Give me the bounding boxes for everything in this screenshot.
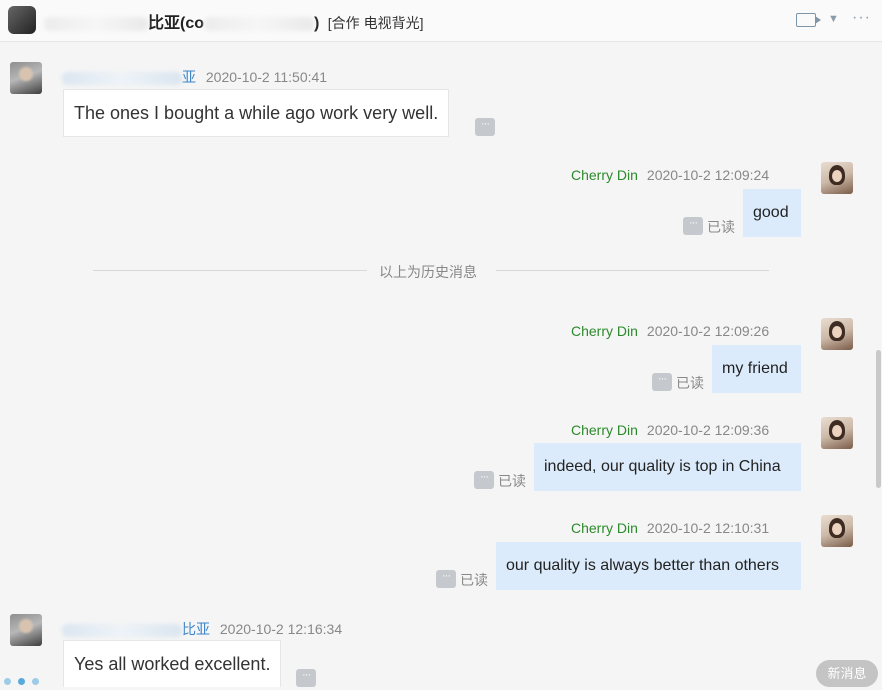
avatar[interactable] (821, 162, 853, 194)
sender-name: 亚 (182, 69, 196, 85)
message-more-button[interactable]: ··· (683, 217, 703, 235)
message-meta: Cherry Din 2020-10-2 12:09:24 (571, 167, 769, 183)
sender-name: Cherry Din (571, 422, 638, 438)
new-messages-button[interactable]: 新消息 (816, 660, 878, 687)
redacted-text (44, 16, 148, 31)
avatar[interactable] (821, 515, 853, 547)
message-more-button[interactable]: ··· (474, 471, 494, 489)
avatar[interactable] (821, 417, 853, 449)
message-time: 2020-10-2 12:09:26 (646, 323, 770, 339)
chat-title-text-end: ) (314, 15, 324, 32)
avatar[interactable] (10, 614, 42, 646)
avatar[interactable] (10, 62, 42, 94)
message-more-button[interactable]: ··· (436, 570, 456, 588)
divider-line (93, 270, 367, 271)
read-status: 已读 (460, 572, 488, 588)
chat-title-text: 比亚(co (148, 15, 205, 32)
redacted-text (204, 16, 315, 31)
avatar[interactable] (821, 318, 853, 350)
sender-name: Cherry Din (571, 323, 638, 339)
loading-indicator (4, 672, 46, 690)
message-bubble[interactable]: our quality is always better than others (496, 542, 801, 590)
chat-tag: [合作 电视背光] (327, 15, 424, 31)
chevron-down-icon[interactable]: ▼ (828, 13, 839, 25)
message-meta: 比亚 2020-10-2 12:16:34 (62, 619, 342, 639)
message-bubble[interactable]: good (743, 189, 801, 237)
message-bubble[interactable]: The ones I bought a while ago work very … (63, 89, 450, 137)
redacted-sender (62, 71, 182, 85)
message-time: 2020-10-2 12:16:34 (219, 621, 343, 637)
message-time: 2020-10-2 12:09:36 (646, 422, 770, 438)
message-meta: Cherry Din 2020-10-2 12:09:36 (571, 422, 769, 438)
message-more-button[interactable]: ··· (475, 118, 495, 136)
chat-title: 比亚(co) [合作 电视背光] (44, 9, 423, 33)
message-bubble[interactable]: indeed, our quality is top in China (534, 443, 801, 491)
sender-name: Cherry Din (571, 520, 638, 536)
message-more-button[interactable]: ··· (652, 373, 672, 391)
divider-line (496, 270, 769, 271)
video-call-icon[interactable] (796, 13, 821, 27)
sender-name: Cherry Din (571, 167, 638, 183)
redacted-sender (62, 623, 182, 637)
chat-header: 比亚(co) [合作 电视背光] ▼ ··· (0, 0, 882, 42)
sender-name: 比亚 (182, 621, 210, 637)
history-divider: 以上为历史消息 (379, 264, 477, 280)
read-status: 已读 (498, 473, 526, 489)
message-time: 2020-10-2 11:50:41 (205, 69, 328, 85)
read-status: 已读 (707, 219, 735, 235)
message-time: 2020-10-2 12:09:24 (646, 167, 770, 183)
more-options-icon[interactable]: ··· (852, 9, 871, 27)
message-bubble[interactable]: Yes all worked excellent. (63, 640, 282, 687)
chat-avatar[interactable] (8, 6, 36, 34)
scrollbar[interactable] (876, 350, 881, 488)
message-more-button[interactable]: ··· (296, 669, 316, 687)
message-meta: Cherry Din 2020-10-2 12:10:31 (571, 520, 769, 536)
message-meta: Cherry Din 2020-10-2 12:09:26 (571, 323, 769, 339)
read-status: 已读 (676, 375, 704, 391)
message-meta: 亚 2020-10-2 11:50:41 (62, 67, 327, 87)
message-time: 2020-10-2 12:10:31 (646, 520, 770, 536)
message-bubble[interactable]: my friend (712, 345, 801, 393)
